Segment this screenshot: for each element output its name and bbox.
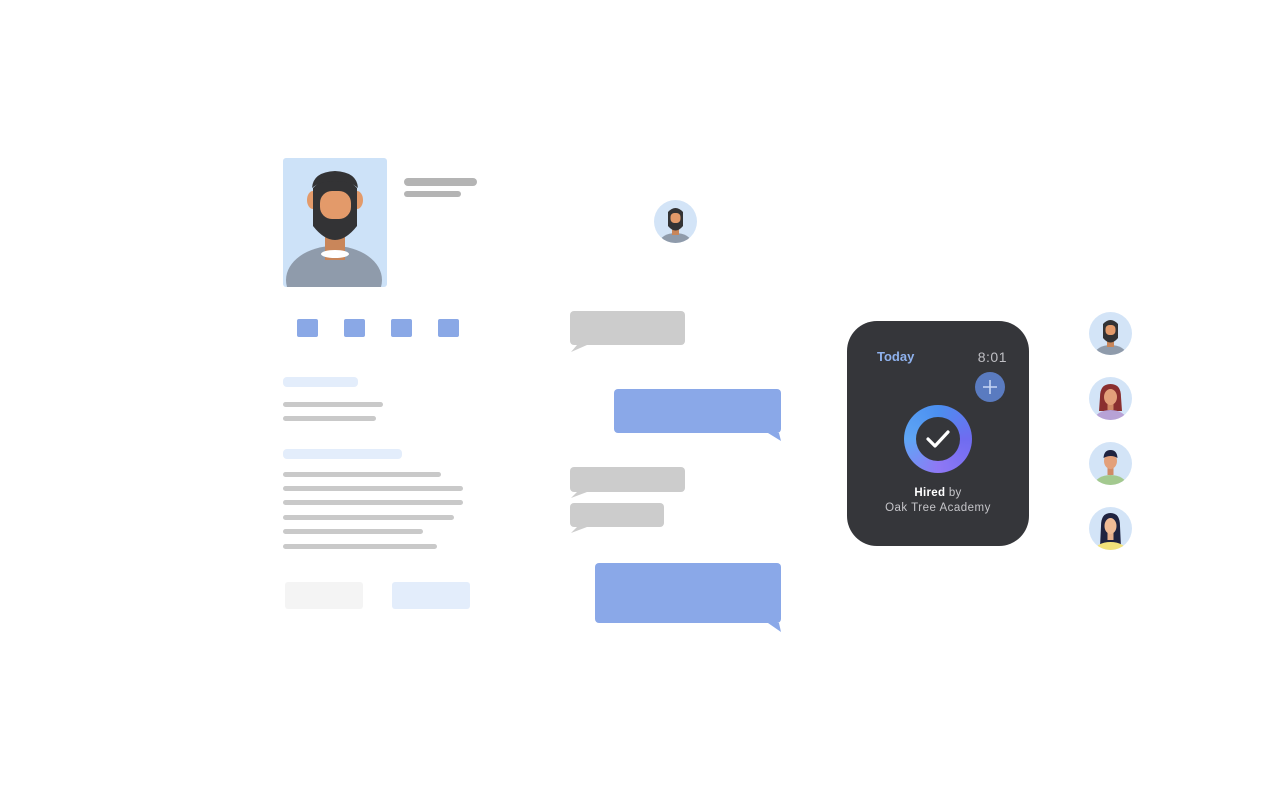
incoming-message-bubble bbox=[570, 503, 664, 527]
action-square-2[interactable] bbox=[344, 319, 365, 337]
profile-photo bbox=[283, 158, 387, 287]
hired-label: Hired bbox=[914, 487, 946, 499]
text-line-placeholder bbox=[283, 472, 441, 477]
bearded-man-avatar-icon bbox=[659, 208, 692, 243]
action-square-4[interactable] bbox=[438, 319, 459, 337]
chat-contact-avatar bbox=[654, 200, 697, 243]
chat-thread bbox=[570, 311, 781, 632]
bearded-man-avatar-icon bbox=[286, 171, 382, 287]
text-line-placeholder bbox=[283, 515, 454, 520]
action-square-3[interactable] bbox=[391, 319, 412, 337]
hired-status: Hired by bbox=[847, 487, 1029, 499]
outgoing-message-bubble bbox=[595, 563, 781, 623]
candidate-avatar-4[interactable] bbox=[1089, 507, 1132, 550]
incoming-message-bubble bbox=[570, 311, 685, 345]
candidate-avatar-1[interactable] bbox=[1089, 312, 1132, 355]
candidate-avatar-3[interactable] bbox=[1089, 442, 1132, 485]
section-heading-placeholder bbox=[283, 377, 358, 387]
woman-dark-hair-avatar-icon bbox=[1094, 513, 1127, 550]
action-square-1[interactable] bbox=[297, 319, 318, 337]
time-label: 8:01 bbox=[977, 349, 1007, 365]
primary-button[interactable] bbox=[392, 582, 470, 609]
plus-icon[interactable] bbox=[975, 372, 1005, 402]
text-line-placeholder bbox=[283, 544, 437, 549]
text-line-placeholder bbox=[283, 529, 423, 534]
text-line-placeholder bbox=[283, 500, 463, 505]
incoming-message-bubble bbox=[570, 467, 685, 492]
outgoing-message-bubble bbox=[614, 389, 781, 433]
bearded-man-avatar-icon bbox=[1094, 320, 1127, 355]
text-line-placeholder bbox=[283, 486, 463, 491]
woman-red-hair-avatar-icon bbox=[1094, 384, 1127, 420]
section-heading-placeholder bbox=[283, 449, 402, 459]
secondary-button[interactable] bbox=[285, 582, 363, 609]
candidate-avatar-2[interactable] bbox=[1089, 377, 1132, 420]
text-line-placeholder bbox=[283, 402, 383, 407]
company-name: Oak Tree Academy bbox=[885, 502, 991, 514]
profile-subtitle-placeholder bbox=[404, 191, 461, 197]
watch-notification-card: Today 8:01 Hired by Oak Tree Academy bbox=[847, 321, 1029, 546]
progress-ring bbox=[904, 405, 972, 473]
checkmark-icon bbox=[926, 430, 950, 448]
today-label: Today bbox=[877, 349, 915, 364]
text-line-placeholder bbox=[283, 416, 376, 421]
profile-name-placeholder bbox=[404, 178, 477, 186]
by-label: by bbox=[948, 487, 962, 499]
man-green-shirt-avatar-icon bbox=[1094, 450, 1127, 485]
